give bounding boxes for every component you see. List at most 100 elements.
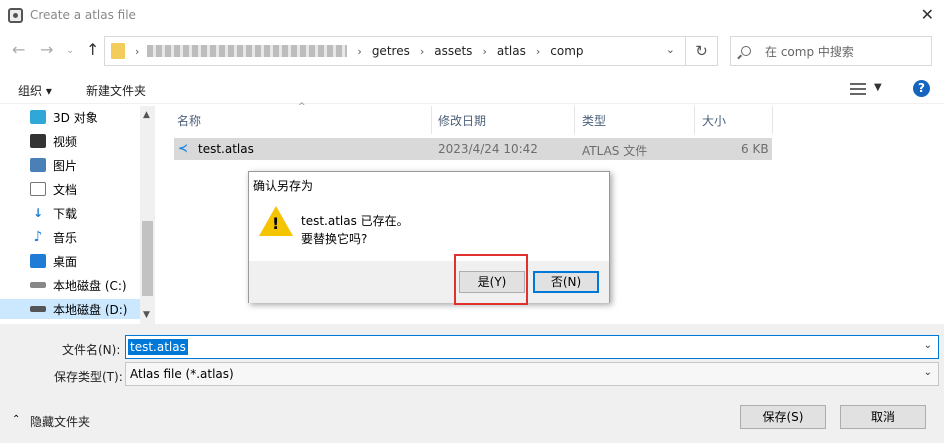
dialog-message: test.atlas 已存在。	[301, 214, 409, 228]
navigation-pane: 3D 对象 视频 图片 文档 ↓ 下载 ♪ 音乐 桌面 本地磁盘 (C:) 本地…	[0, 106, 155, 324]
back-arrow-icon[interactable]: ←	[12, 40, 25, 59]
file-size: 6 KB	[741, 142, 769, 156]
hide-folders-toggle[interactable]: 隐藏文件夹	[30, 413, 90, 430]
confirm-save-dialog: 确认另存为 ! test.atlas 已存在。 要替换它吗? 是(Y) 否(N)	[248, 171, 610, 303]
forward-arrow-icon[interactable]: →	[40, 40, 53, 59]
sidebar-item-label: 本地磁盘 (D:)	[53, 302, 128, 317]
no-button[interactable]: 否(N)	[533, 271, 599, 293]
vscode-file-icon: ≺	[178, 141, 189, 155]
scroll-up-icon[interactable]: ▲	[143, 110, 150, 120]
sidebar-item-downloads[interactable]: ↓ 下载	[30, 203, 152, 223]
download-icon: ↓	[32, 206, 44, 220]
sidebar-item-documents[interactable]: 文档	[30, 179, 152, 199]
chevron-up-icon[interactable]: ⌃	[12, 414, 20, 425]
file-date: 2023/4/24 10:42	[438, 142, 538, 156]
help-icon[interactable]: ?	[913, 80, 930, 97]
drive-icon	[30, 306, 46, 312]
chevron-right-icon: ›	[135, 44, 140, 58]
column-divider	[694, 106, 695, 134]
table-row[interactable]: ≺ test.atlas 2023/4/24 10:42 ATLAS 文件 6 …	[174, 138, 772, 160]
dialog-question: 要替换它吗?	[301, 232, 368, 246]
sidebar-item-label: 文档	[53, 182, 78, 197]
app-icon	[8, 8, 23, 23]
highlight-box	[454, 254, 528, 305]
file-name: test.atlas	[198, 142, 254, 156]
column-header-date[interactable]: 修改日期	[438, 112, 486, 129]
dialog-footer: 是(Y) 否(N)	[249, 261, 609, 303]
filetype-select[interactable]: Atlas file (*.atlas) ⌄	[125, 362, 939, 386]
filename-value: test.atlas	[128, 339, 188, 355]
new-folder-button[interactable]: 新建文件夹	[86, 82, 146, 99]
scroll-down-icon[interactable]: ▼	[143, 310, 150, 320]
file-type: ATLAS 文件	[582, 144, 648, 158]
chevron-right-icon: ›	[357, 44, 362, 58]
sidebar-item-drive-c[interactable]: 本地磁盘 (C:)	[30, 275, 152, 295]
column-divider	[574, 106, 575, 134]
chevron-right-icon: ›	[419, 44, 425, 58]
chevron-down-icon[interactable]: ⌄	[666, 43, 675, 56]
chevron-down-icon[interactable]: ⌄	[924, 340, 932, 351]
sidebar-item-drive-d[interactable]: 本地磁盘 (D:)	[0, 299, 140, 319]
column-divider	[431, 106, 432, 134]
3d-objects-icon	[30, 110, 46, 124]
sidebar-item-label: 下载	[53, 206, 78, 221]
desktop-icon	[30, 254, 46, 268]
filename-label: 文件名(N):	[62, 343, 121, 357]
sidebar-item-label: 本地磁盘 (C:)	[53, 278, 127, 293]
save-panel: 文件名(N): test.atlas ⌄ 保存类型(T): Atlas file…	[0, 324, 944, 443]
toolbar: 组织 ▾ 新建文件夹 ▼ ?	[0, 74, 944, 104]
column-divider	[772, 106, 773, 134]
close-icon[interactable]: ✕	[921, 5, 934, 24]
window-title: Create a atlas file	[30, 8, 136, 22]
chevron-right-icon: ›	[535, 44, 541, 58]
warning-exclamation: !	[272, 214, 280, 233]
document-icon	[30, 182, 46, 196]
filetype-label: 保存类型(T):	[54, 370, 123, 384]
sidebar-item-label: 音乐	[53, 230, 78, 245]
sidebar-item-videos[interactable]: 视频	[30, 131, 152, 151]
dialog-title: 确认另存为	[253, 179, 314, 193]
title-bar: Create a atlas file ✕	[0, 0, 944, 32]
breadcrumb-atlas[interactable]: atlas	[497, 44, 526, 58]
sidebar-item-label: 3D 对象	[53, 110, 98, 125]
scroll-thumb[interactable]	[142, 221, 153, 296]
sidebar-item-label: 桌面	[53, 254, 78, 269]
sidebar-scrollbar[interactable]: ▲ ▼	[140, 106, 155, 324]
organize-button[interactable]: 组织 ▾	[18, 82, 52, 99]
breadcrumb-comp[interactable]: comp	[550, 44, 583, 58]
recent-dropdown-icon[interactable]: ⌄	[66, 45, 74, 56]
view-options-icon[interactable]	[850, 83, 866, 95]
video-icon	[30, 134, 46, 148]
refresh-button[interactable]: ↻	[686, 36, 718, 66]
picture-icon	[30, 158, 46, 172]
navigation-bar: ← → ⌄ ↑ › › getres › assets › atlas › co…	[0, 32, 944, 72]
drive-icon	[30, 282, 46, 288]
sidebar-item-music[interactable]: ♪ 音乐	[30, 227, 152, 247]
sidebar-item-pictures[interactable]: 图片	[30, 155, 152, 175]
breadcrumb-assets[interactable]: assets	[434, 44, 472, 58]
address-bar[interactable]: › › getres › assets › atlas › comp ⌄	[104, 36, 686, 66]
filetype-value: Atlas file (*.atlas)	[130, 367, 234, 381]
search-box[interactable]: 在 comp 中搜索	[730, 36, 932, 66]
breadcrumb-getres[interactable]: getres	[372, 44, 410, 58]
chevron-right-icon: ›	[482, 44, 487, 58]
sidebar-item-label: 视频	[53, 134, 78, 149]
sidebar-item-desktop[interactable]: 桌面	[30, 251, 152, 271]
search-icon	[741, 46, 751, 56]
folder-icon	[111, 43, 125, 59]
chevron-down-icon[interactable]: ⌄	[924, 367, 932, 378]
sidebar-item-3d-objects[interactable]: 3D 对象	[30, 107, 152, 127]
up-arrow-icon[interactable]: ↑	[86, 40, 99, 59]
cancel-button[interactable]: 取消	[840, 405, 926, 429]
sort-ascending-icon: ^	[298, 102, 306, 112]
save-button[interactable]: 保存(S)	[740, 405, 826, 429]
search-placeholder: 在 comp 中搜索	[765, 44, 854, 59]
music-icon: ♪	[33, 229, 43, 245]
column-header-size[interactable]: 大小	[702, 112, 726, 129]
filename-input[interactable]: test.atlas ⌄	[125, 335, 939, 359]
blurred-path	[147, 45, 348, 57]
column-header-type[interactable]: 类型	[582, 112, 606, 129]
view-dropdown-icon[interactable]: ▼	[874, 82, 882, 93]
sidebar-item-label: 图片	[53, 158, 78, 173]
column-header-name[interactable]: 名称	[177, 112, 201, 129]
